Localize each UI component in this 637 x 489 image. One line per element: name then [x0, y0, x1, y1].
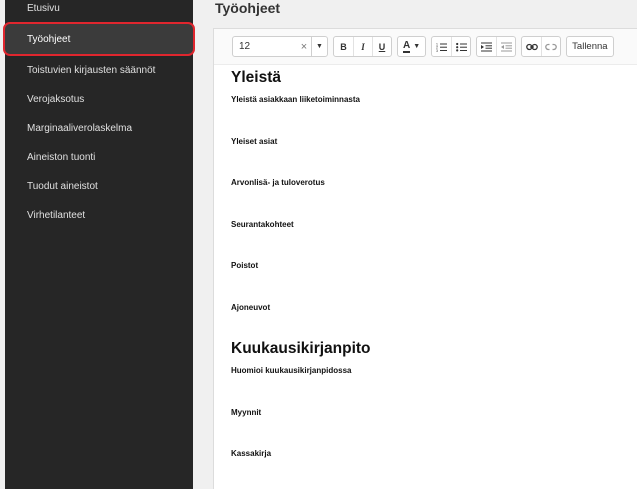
sidebar-item-tuodut-aineistot[interactable]: Tuodut aineistot — [5, 172, 193, 201]
subheading: Huomioi kuukausikirjanpidossa — [231, 366, 352, 375]
sidebar-item-tyoohjeet[interactable]: Työohjeet — [3, 22, 195, 56]
subheading: Myynnit — [231, 407, 262, 417]
editor-toolbar: 12 × ▼ B I U A ▼ 123 Tallenna — [214, 29, 637, 65]
chevron-down-icon: ▼ — [413, 43, 421, 50]
subheading: Yleistä asiakkaan liiketoiminnasta — [231, 95, 360, 104]
font-size-value: 12 — [239, 41, 251, 52]
text-color-icon: A — [403, 39, 411, 53]
bold-button[interactable]: B — [334, 37, 353, 56]
italic-button[interactable]: I — [353, 37, 372, 56]
sidebar-item-aineiston-tuonti[interactable]: Aineiston tuonti — [5, 143, 193, 172]
unlink-icon[interactable] — [541, 37, 560, 56]
sidebar-item-verojaksotus[interactable]: Verojaksotus — [5, 85, 193, 114]
subheading: Seurantakohteet — [231, 219, 294, 229]
text-style-group: B I U — [333, 36, 392, 57]
bulleted-list-icon[interactable] — [451, 37, 470, 56]
text-color-group: A ▼ — [397, 36, 427, 57]
outdent-icon[interactable] — [496, 37, 515, 56]
subheading: Kassakirja — [231, 449, 272, 458]
subheading: Arvonlisä- ja tuloverotus — [231, 178, 325, 187]
document-content[interactable]: Yleistä Yleistä asiakkaan liiketoiminnas… — [214, 65, 637, 487]
indent-icon[interactable] — [477, 37, 496, 56]
save-button[interactable]: Tallenna — [566, 36, 614, 57]
section-heading: Yleistä — [231, 69, 281, 86]
subheading: Yleiset asiat — [231, 136, 278, 146]
section-heading: Kuukausikirjanpito — [231, 340, 371, 357]
page-title: Työohjeet — [215, 0, 281, 16]
svg-text:3: 3 — [436, 49, 438, 52]
sidebar-item-marginaaliverolaskelma[interactable]: Marginaaliverolaskelma — [5, 114, 193, 143]
font-size-select[interactable]: 12 × ▼ — [232, 36, 328, 57]
text-color-button[interactable]: A ▼ — [398, 37, 425, 56]
link-icon[interactable] — [522, 37, 541, 56]
underline-button[interactable]: U — [372, 37, 391, 56]
main-area: Työohjeet 12 × ▼ B I U A ▼ 123 Tallenna … — [193, 0, 637, 489]
sidebar: Etusivu Työohjeet Toistuvien kirjausten … — [3, 0, 195, 489]
subheading: Ajoneuvot — [231, 302, 271, 312]
clear-icon[interactable]: × — [297, 41, 311, 53]
list-group: 123 — [431, 36, 472, 57]
sidebar-item-toistuvien-kirjausten-saannot[interactable]: Toistuvien kirjausten säännöt — [5, 56, 193, 85]
rich-text-editor: 12 × ▼ B I U A ▼ 123 Tallenna Yleistä Yl… — [213, 28, 637, 489]
chevron-down-icon[interactable]: ▼ — [311, 37, 327, 56]
sidebar-item-etusivu[interactable]: Etusivu — [5, 0, 193, 22]
sidebar-item-virhetilanteet[interactable]: Virhetilanteet — [5, 201, 193, 230]
numbered-list-icon[interactable]: 123 — [432, 37, 451, 56]
subheading: Poistot — [231, 261, 259, 270]
indent-group — [476, 36, 517, 57]
link-group — [521, 36, 562, 57]
